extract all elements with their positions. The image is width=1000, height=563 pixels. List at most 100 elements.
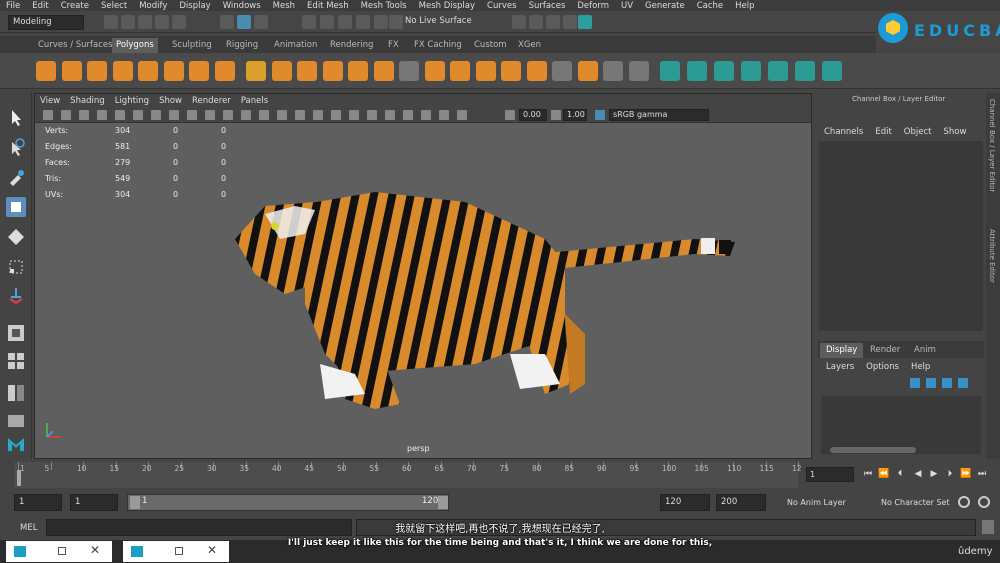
save-scene-icon[interactable]: [138, 15, 152, 29]
menu-help[interactable]: Help: [735, 1, 754, 11]
boolean-icon[interactable]: [348, 61, 368, 81]
menu-deform[interactable]: Deform: [577, 1, 609, 11]
paint-select-tool-icon[interactable]: [6, 167, 26, 187]
menu-edit[interactable]: Edit: [32, 1, 48, 11]
shelf-tab-polygons[interactable]: Polygons: [112, 38, 158, 53]
grid-icon[interactable]: [115, 110, 125, 120]
pyramid-icon[interactable]: [189, 61, 209, 81]
xray-icon[interactable]: [421, 110, 431, 120]
menu-set-dropdown[interactable]: Modeling: [8, 15, 84, 30]
channel-box-area[interactable]: [819, 141, 983, 331]
menu-uv[interactable]: UV: [621, 1, 633, 11]
layer-tab-anim[interactable]: Anim: [908, 343, 942, 358]
snap-curve-icon[interactable]: [320, 15, 334, 29]
spherical-uv-icon[interactable]: [741, 61, 761, 81]
safe-action-icon[interactable]: [205, 110, 215, 120]
menu-windows[interactable]: Windows: [223, 1, 261, 11]
snap-surface-icon[interactable]: [374, 15, 388, 29]
fill-hole-icon[interactable]: [501, 61, 521, 81]
motion-blur-icon[interactable]: [349, 110, 359, 120]
xray-joints-icon[interactable]: [439, 110, 449, 120]
select-object-icon[interactable]: [237, 15, 251, 29]
shelf-tab-custom[interactable]: Custom: [470, 38, 511, 53]
menu-display[interactable]: Display: [179, 1, 210, 11]
camera-select-icon[interactable]: [43, 110, 53, 120]
single-pane-layout-icon[interactable]: [6, 323, 26, 343]
auto-key-icon[interactable]: [958, 496, 970, 508]
slide-edge-icon[interactable]: [603, 61, 623, 81]
camera-attrs-icon[interactable]: [61, 110, 71, 120]
shelf-tab-xgen[interactable]: XGen: [514, 38, 545, 53]
cylindrical-uv-icon[interactable]: [714, 61, 734, 81]
shelf-tab-curves-surfaces[interactable]: Curves / Surfaces: [34, 38, 117, 53]
time-slider-track[interactable]: 1 5 10 15 20 25 30 35 40 45 50 55 60 65 70 75 80 85 90 95 10…: [14, 462, 802, 488]
snap-grid-icon[interactable]: [302, 15, 316, 29]
sphere-icon[interactable]: [36, 61, 56, 81]
lasso-tool-icon[interactable]: [6, 137, 26, 157]
current-frame-field[interactable]: 1: [806, 467, 854, 482]
two-pane-layout-icon[interactable]: [6, 383, 26, 403]
render-current-icon[interactable]: [529, 15, 543, 29]
anim-layer-dropdown[interactable]: No Anim Layer: [787, 498, 846, 507]
layer-menu-options[interactable]: Options: [866, 362, 899, 372]
resolution-gate-icon[interactable]: [151, 110, 161, 120]
menu-modify[interactable]: Modify: [139, 1, 167, 11]
gamma-icon[interactable]: [551, 110, 561, 120]
uv-editor-icon[interactable]: [768, 61, 788, 81]
exposure-icon[interactable]: [505, 110, 515, 120]
cylinder-icon[interactable]: [87, 61, 107, 81]
menu-generate[interactable]: Generate: [645, 1, 685, 11]
step-back-frame-icon[interactable]: ⏴: [894, 467, 906, 481]
new-scene-icon[interactable]: [104, 15, 118, 29]
smooth-icon[interactable]: [297, 61, 317, 81]
select-component-icon[interactable]: [254, 15, 268, 29]
texture-icon[interactable]: [277, 110, 287, 120]
layer-scrollbar[interactable]: [830, 447, 916, 453]
wireframe-icon[interactable]: [241, 110, 251, 120]
play-backward-icon[interactable]: ◀: [912, 467, 924, 481]
menu-surfaces[interactable]: Surfaces: [529, 1, 566, 11]
torus-icon[interactable]: [163, 61, 184, 81]
anti-alias-icon[interactable]: [367, 110, 377, 120]
new-layer-selected-icon[interactable]: [958, 378, 968, 388]
last-tool-icon[interactable]: [6, 285, 26, 305]
separate-icon[interactable]: [271, 61, 292, 81]
viewport-menu-renderer[interactable]: Renderer: [192, 96, 231, 106]
shadows-icon[interactable]: [313, 110, 323, 120]
uv-layout-icon[interactable]: [822, 61, 842, 81]
channel-box-menu-show[interactable]: Show: [943, 127, 966, 137]
shelf-tab-animation[interactable]: Animation: [270, 38, 321, 53]
select-hierarchy-icon[interactable]: [220, 15, 234, 29]
combine-icon[interactable]: [246, 61, 266, 81]
film-gate-icon[interactable]: [133, 110, 143, 120]
outliner-layout-icon[interactable]: [6, 411, 26, 431]
render-view-icon[interactable]: [512, 15, 526, 29]
color-space-dropdown[interactable]: sRGB gamma: [609, 109, 709, 121]
checker-icon[interactable]: [795, 61, 815, 81]
go-to-end-icon[interactable]: ⏭: [976, 467, 988, 481]
hypershade-icon[interactable]: [578, 15, 592, 29]
layer-tab-display[interactable]: Display: [820, 343, 864, 358]
step-back-key-icon[interactable]: ⏪: [878, 467, 890, 481]
channel-box-menu-channels[interactable]: Channels: [824, 127, 863, 137]
menu-edit-mesh[interactable]: Edit Mesh: [307, 1, 349, 11]
channel-box-menu-edit[interactable]: Edit: [875, 127, 891, 137]
range-slider[interactable]: 1 120: [127, 494, 449, 511]
menu-file[interactable]: File: [6, 1, 20, 11]
tab-attribute-editor[interactable]: Attribute Editor: [988, 229, 996, 283]
color-management-icon[interactable]: [595, 110, 605, 120]
isolate-select-icon[interactable]: [403, 110, 413, 120]
step-forward-key-icon[interactable]: ⏩: [960, 467, 972, 481]
bevel-icon[interactable]: [424, 61, 445, 81]
redo-icon[interactable]: [172, 15, 186, 29]
safe-title-icon[interactable]: [223, 110, 233, 120]
bridge-icon[interactable]: [450, 61, 470, 81]
render-settings-icon[interactable]: [563, 15, 577, 29]
field-chart-icon[interactable]: [187, 110, 197, 120]
ipr-render-icon[interactable]: [546, 15, 560, 29]
shelf-tab-fx[interactable]: FX: [384, 38, 403, 53]
plane-icon[interactable]: [138, 61, 158, 81]
character-set-dropdown[interactable]: No Character Set: [881, 498, 950, 507]
tab-channel-box[interactable]: Channel Box / Layer Editor: [988, 99, 996, 192]
viewport-menu-lighting[interactable]: Lighting: [115, 96, 149, 106]
